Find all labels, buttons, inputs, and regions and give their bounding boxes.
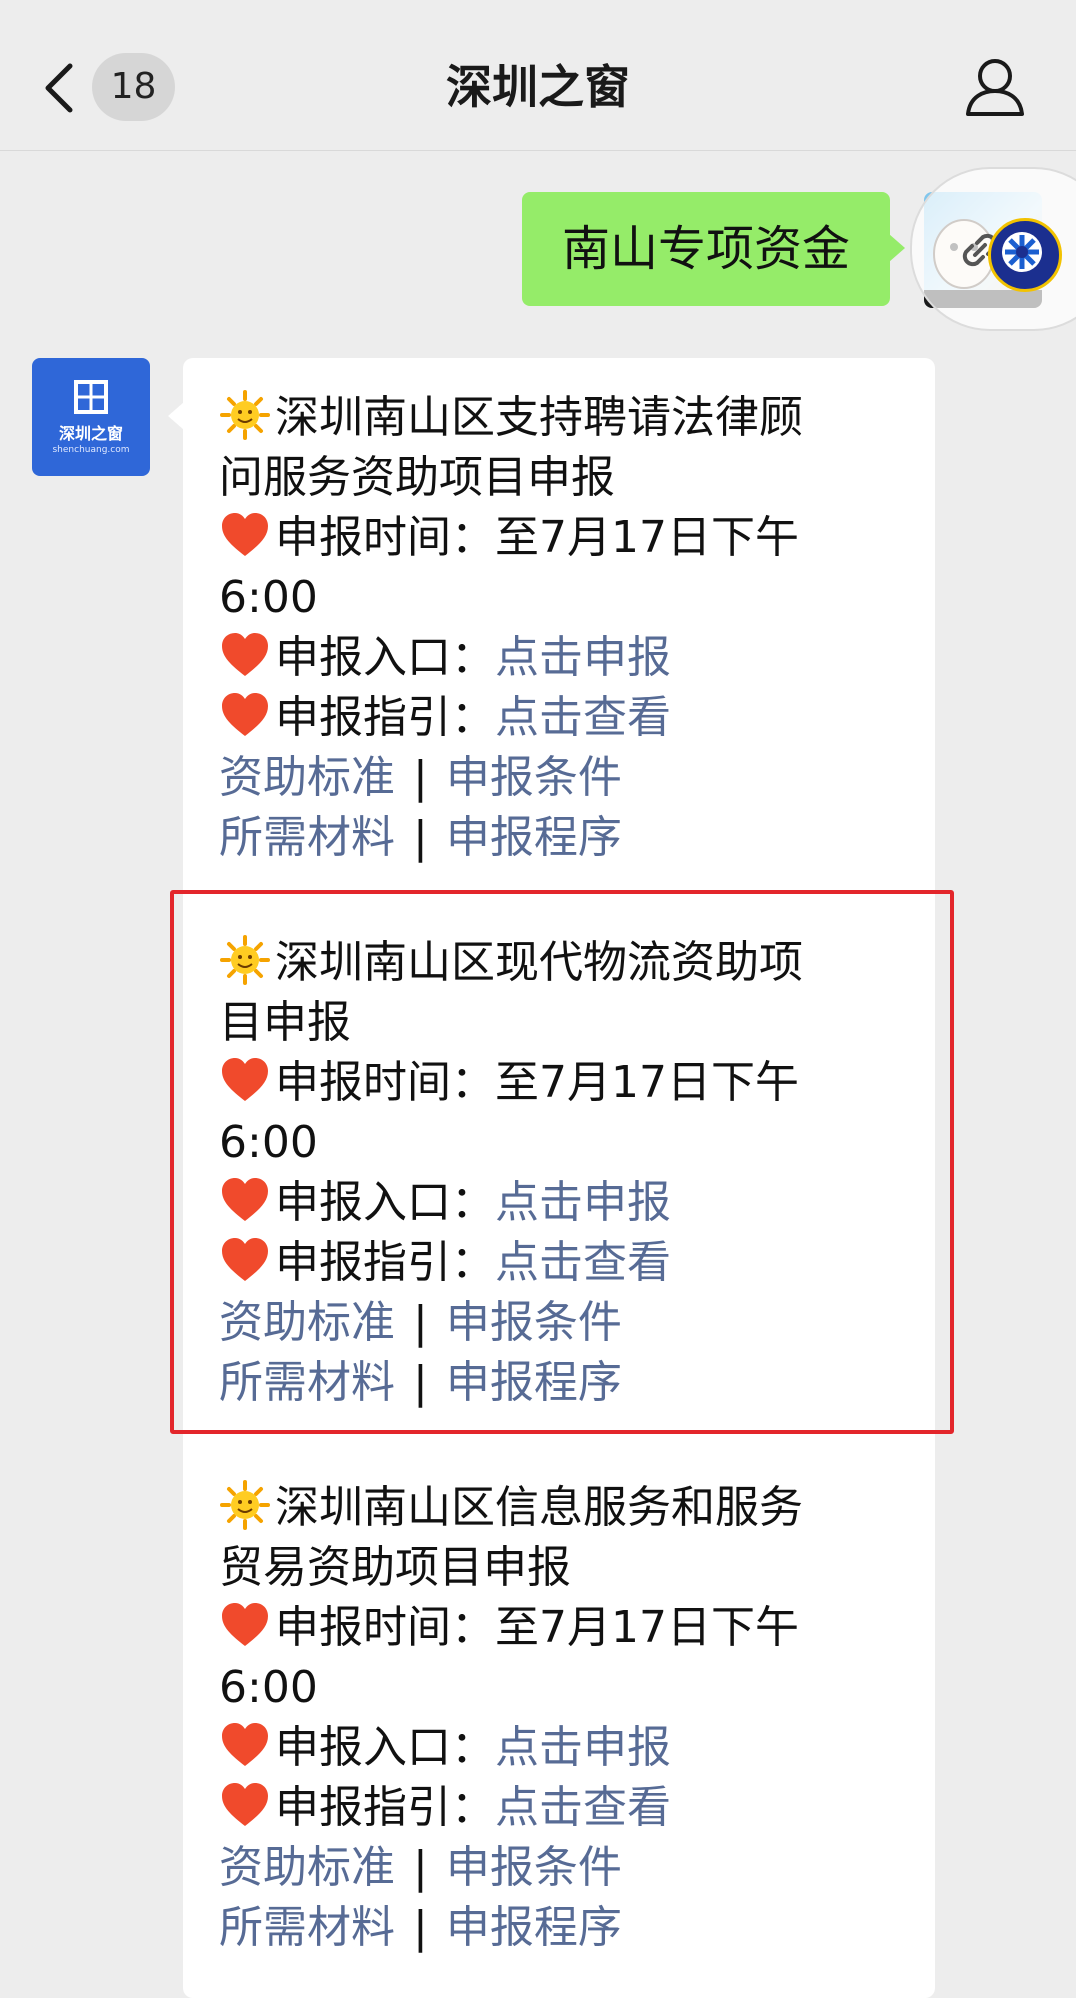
project-title-cont: 贸易资助项目申报: [219, 1542, 571, 1593]
procedure-link[interactable]: 申报程序: [446, 1902, 622, 1953]
heart-emoji-icon: [219, 1175, 271, 1225]
heart-emoji-icon: [219, 1720, 271, 1770]
project-title: 深圳南山区信息服务和服务: [275, 1482, 803, 1533]
separator: |: [413, 812, 428, 863]
profile-button[interactable]: [960, 52, 1030, 122]
materials-link[interactable]: 所需材料: [219, 1902, 395, 1953]
sun-emoji-icon: [219, 1480, 271, 1530]
time-value: 至7月17日下午: [495, 1057, 799, 1108]
heart-emoji-icon: [219, 1055, 271, 1105]
project-title-cont: 目申报: [219, 997, 351, 1048]
procedure-link[interactable]: 申报程序: [446, 1357, 622, 1408]
conditions-link[interactable]: 申报条件: [446, 1297, 622, 1348]
time-label: 申报时间：: [275, 1602, 495, 1653]
time-value-cont: 6:00: [219, 1662, 318, 1713]
separator: |: [413, 752, 428, 803]
unread-count-badge[interactable]: 18: [92, 53, 175, 121]
apply-link[interactable]: 点击申报: [495, 1177, 671, 1228]
person-icon: [966, 59, 1024, 116]
separator: |: [413, 1902, 428, 1953]
view-guide-link[interactable]: 点击查看: [495, 692, 671, 743]
guide-label: 申报指引：: [275, 1782, 495, 1833]
time-value: 至7月17日下午: [495, 1602, 799, 1653]
heart-emoji-icon: [219, 1235, 271, 1285]
materials-link[interactable]: 所需材料: [219, 1357, 395, 1408]
time-value-cont: 6:00: [219, 1117, 318, 1168]
bot-message-bubble: 深圳南山区支持聘请法律顾 问服务资助项目申报 申报时间：至7月17日下午 6:0…: [168, 358, 935, 1998]
bot-logo-text: 深圳之窗: [58, 424, 123, 443]
entry-label: 申报入口：: [275, 632, 495, 683]
emblem-icon: [988, 218, 1062, 292]
guide-label: 申报指引：: [275, 1237, 495, 1288]
funding-standard-link[interactable]: 资助标准: [219, 1297, 395, 1348]
apply-link[interactable]: 点击申报: [495, 632, 671, 683]
separator: |: [413, 1297, 428, 1348]
heart-emoji-icon: [219, 510, 271, 560]
separator: |: [413, 1357, 428, 1408]
chevron-left-icon: [45, 63, 73, 113]
sun-emoji-icon: [219, 390, 271, 440]
view-guide-link[interactable]: 点击查看: [495, 1782, 671, 1833]
project-card: 深圳南山区支持聘请法律顾 问服务资助项目申报 申报时间：至7月17日下午 6:0…: [219, 388, 899, 868]
heart-emoji-icon: [219, 1600, 271, 1650]
conditions-link[interactable]: 申报条件: [446, 1842, 622, 1893]
heart-emoji-icon: [219, 690, 271, 740]
view-guide-link[interactable]: 点击查看: [495, 1237, 671, 1288]
bot-avatar[interactable]: 深圳之窗 shenchuang.com: [32, 358, 150, 476]
funding-standard-link[interactable]: 资助标准: [219, 752, 395, 803]
apply-link[interactable]: 点击申报: [495, 1722, 671, 1773]
time-value: 至7月17日下午: [495, 512, 799, 563]
nav-bar: 18 深圳之窗: [0, 0, 1076, 151]
user-message-bubble: 南山专项资金: [522, 192, 905, 306]
time-value-cont: 6:00: [219, 572, 318, 623]
materials-link[interactable]: 所需材料: [219, 812, 395, 863]
guide-label: 申报指引：: [275, 692, 495, 743]
heart-emoji-icon: [219, 630, 271, 680]
project-card: 深圳南山区现代物流资助项 目申报 申报时间：至7月17日下午 6:00 申报入口…: [219, 933, 899, 1413]
back-button[interactable]: [40, 58, 80, 118]
entry-label: 申报入口：: [275, 1722, 495, 1773]
sun-emoji-icon: [219, 935, 271, 985]
conditions-link[interactable]: 申报条件: [446, 752, 622, 803]
time-label: 申报时间：: [275, 1057, 495, 1108]
procedure-link[interactable]: 申报程序: [446, 812, 622, 863]
project-card: 深圳南山区信息服务和服务 贸易资助项目申报 申报时间：至7月17日下午 6:00…: [219, 1478, 899, 1958]
heart-emoji-icon: [219, 1780, 271, 1830]
separator: |: [413, 1842, 428, 1893]
project-title: 深圳南山区现代物流资助项: [275, 937, 803, 988]
project-title: 深圳南山区支持聘请法律顾: [275, 392, 803, 443]
time-label: 申报时间：: [275, 512, 495, 563]
entry-label: 申报入口：: [275, 1177, 495, 1228]
project-title-cont: 问服务资助项目申报: [219, 452, 615, 503]
funding-standard-link[interactable]: 资助标准: [219, 1842, 395, 1893]
bot-logo-url: shenchuang.com: [52, 445, 130, 455]
